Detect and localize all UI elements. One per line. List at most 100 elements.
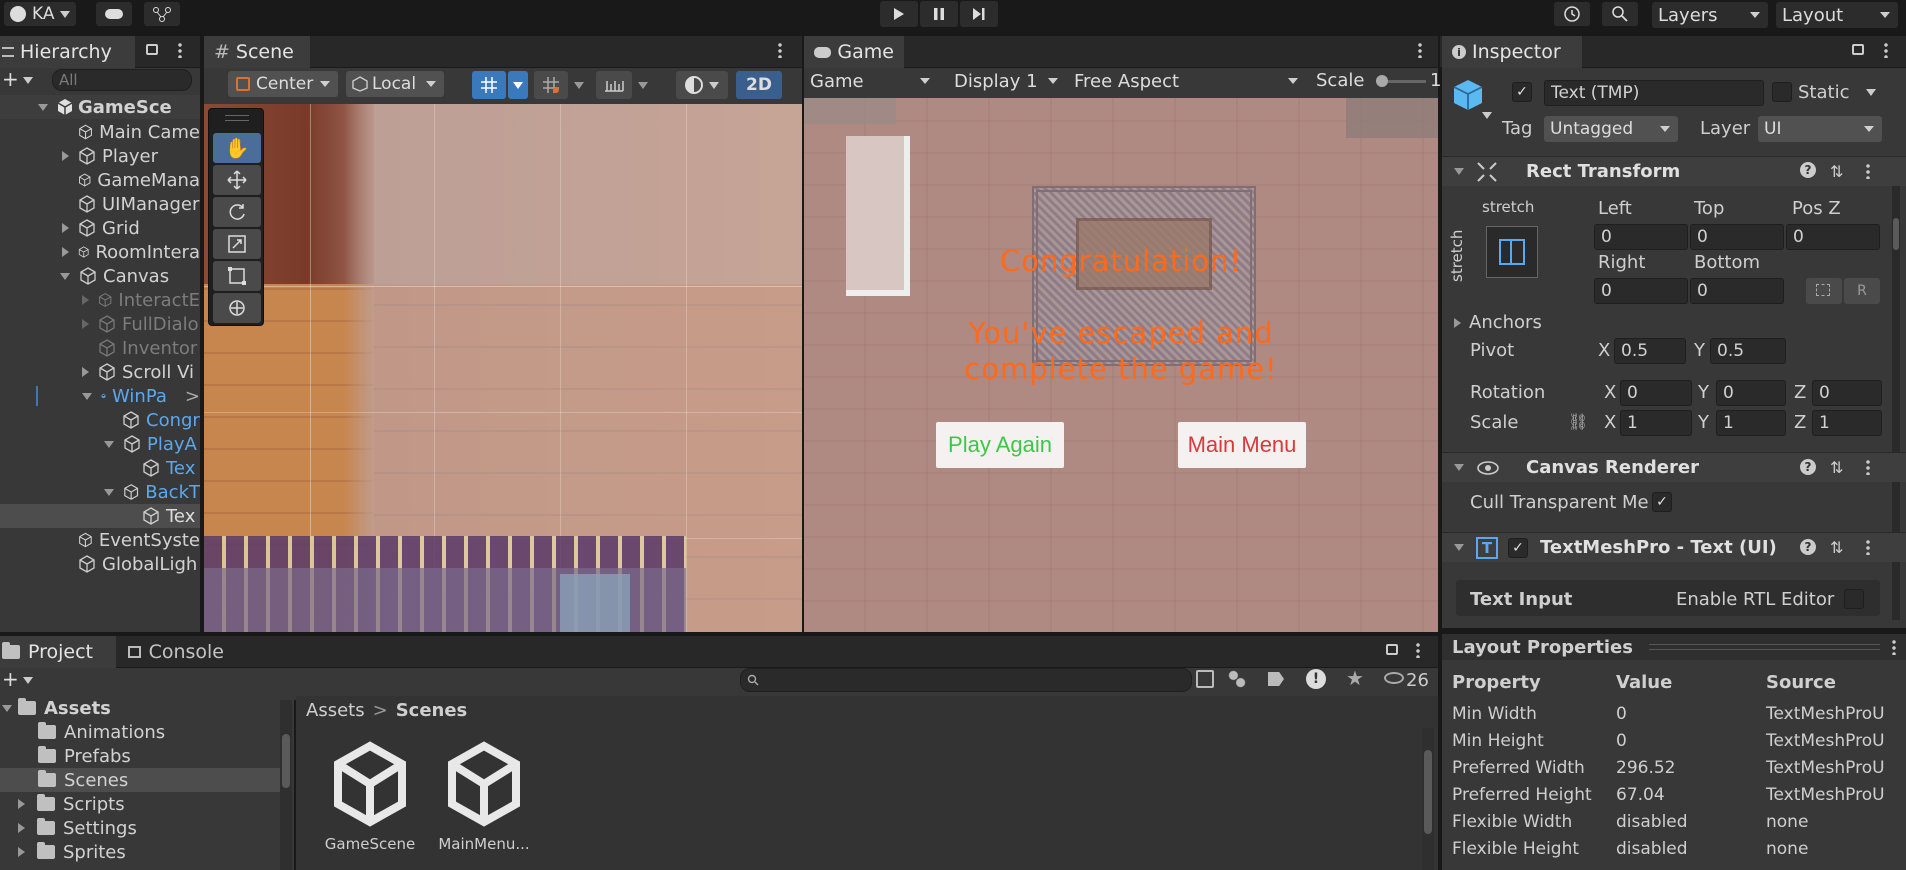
content-scroll-thumb[interactable] (1424, 750, 1432, 834)
hierarchy-item-globallight[interactable]: GlobalLigh (0, 552, 200, 576)
static-dropdown-arrow[interactable] (1866, 89, 1876, 96)
snap-dropdown-button[interactable] (570, 71, 588, 99)
tree-item-animations[interactable]: Animations (0, 720, 280, 744)
hierarchy-item-interact[interactable]: InteractE (0, 288, 200, 312)
tab-hierarchy[interactable]: Hierarchy (0, 36, 135, 68)
hierarchy-item-text2[interactable]: Tex (0, 504, 200, 528)
layout-properties-menu-icon[interactable] (1892, 639, 1896, 655)
rotation-y-input[interactable]: 0 (1716, 380, 1786, 406)
anchor-presets-button[interactable] (1486, 226, 1538, 278)
pause-button[interactable] (920, 1, 958, 27)
grid-snap-button[interactable] (472, 71, 506, 99)
hierarchy-item-backtomenu[interactable]: BackT (0, 480, 200, 504)
tree-item-assets[interactable]: Assets (0, 696, 280, 720)
drag-handle[interactable] (1648, 644, 1880, 650)
hidden-packages-icon[interactable] (1384, 672, 1404, 684)
favorite-star-icon[interactable]: ★ (1346, 666, 1364, 690)
breadcrumb-assets[interactable]: Assets (306, 700, 365, 721)
tree-scroll-thumb[interactable] (282, 734, 290, 788)
component-menu-icon[interactable] (1866, 539, 1870, 555)
hierarchy-item-playagain[interactable]: PlayA (0, 432, 200, 456)
main-menu-button[interactable]: Main Menu (1178, 422, 1306, 468)
account-dropdown[interactable]: KA (4, 2, 77, 26)
pivot-x-input[interactable]: 0.5 (1614, 338, 1686, 364)
hierarchy-item-scrollview[interactable]: Scroll Vi (0, 360, 200, 384)
rotation-x-input[interactable]: 0 (1620, 380, 1692, 406)
cull-transparent-checkbox[interactable]: ✓ (1652, 492, 1672, 512)
posz-input[interactable]: 0 (1786, 224, 1880, 250)
scale-slider[interactable] (1376, 75, 1426, 87)
2d-toggle-button[interactable]: 2D (736, 71, 782, 99)
transform-tool-button[interactable] (213, 293, 261, 323)
hierarchy-menu-icon[interactable] (178, 42, 182, 58)
help-icon[interactable]: ? (1800, 459, 1816, 475)
right-input[interactable]: 0 (1594, 278, 1688, 304)
step-button[interactable] (960, 1, 998, 27)
inspector-lock-icon[interactable] (1852, 44, 1864, 55)
hierarchy-item-grid[interactable]: Grid (0, 216, 200, 240)
static-checkbox[interactable] (1772, 82, 1792, 102)
tree-item-sprites[interactable]: Sprites (0, 840, 280, 864)
tab-inspector[interactable]: i Inspector (1442, 36, 1582, 68)
increment-snap-button[interactable] (596, 71, 632, 99)
collab-button[interactable] (144, 2, 180, 26)
project-add-button[interactable]: + (2, 669, 36, 690)
tmp-enabled-checkbox[interactable]: ✓ (1508, 537, 1528, 558)
tree-item-prefabs[interactable]: Prefabs (0, 744, 280, 768)
scale-z-input[interactable]: 1 (1812, 410, 1882, 436)
tree-item-scenes[interactable]: Scenes (0, 768, 280, 792)
game-menu-icon[interactable] (1418, 42, 1422, 58)
top-input[interactable]: 0 (1690, 224, 1784, 250)
component-menu-icon[interactable] (1866, 163, 1870, 179)
tab-console[interactable]: Console (118, 636, 234, 668)
hierarchy-item-canvas[interactable]: Canvas (0, 264, 200, 288)
snap-button[interactable] (534, 71, 568, 99)
rotate-tool-button[interactable] (213, 197, 261, 227)
hierarchy-item-congrat[interactable]: Congr (0, 408, 200, 432)
presets-icon[interactable]: ⇅ (1830, 538, 1843, 557)
asset-gamescene[interactable]: GameScene (320, 740, 420, 864)
tab-game[interactable]: Game (804, 36, 904, 68)
search-by-type-icon[interactable] (1196, 670, 1214, 688)
display-dropdown[interactable]: Display 1 (944, 68, 1066, 94)
project-search-input[interactable] (740, 668, 1192, 692)
tree-item-settings[interactable]: Settings (0, 816, 280, 840)
tab-scene[interactable]: # Scene (204, 36, 310, 68)
hierarchy-item-inventory[interactable]: Inventor (0, 336, 200, 360)
increment-dropdown-button[interactable] (634, 71, 652, 99)
tag-dropdown[interactable]: Untagged (1544, 116, 1678, 142)
left-input[interactable]: 0 (1594, 224, 1688, 250)
blueprint-mode-button[interactable] (1806, 278, 1842, 304)
inspector-scroll-thumb[interactable] (1893, 218, 1899, 250)
hierarchy-item-gamescene[interactable]: GameSce (0, 95, 200, 119)
scale-y-input[interactable]: 1 (1716, 410, 1786, 436)
inspector-menu-icon[interactable] (1884, 42, 1888, 58)
tree-item-scripts[interactable]: Scripts (0, 792, 280, 816)
constrain-proportions-icon[interactable]: ⛓ (1568, 412, 1588, 431)
hierarchy-item-uimanager[interactable]: UIManager (0, 192, 200, 216)
layers-dropdown[interactable]: Layers (1652, 2, 1768, 28)
filter-type-icon[interactable] (1228, 670, 1246, 688)
draw-mode-button[interactable] (676, 71, 728, 99)
cloud-button[interactable] (96, 2, 132, 26)
hierarchy-item-player[interactable]: Player (0, 144, 200, 168)
aspect-dropdown[interactable]: Free Aspect (1068, 68, 1306, 94)
grid-dropdown-button[interactable] (508, 71, 528, 99)
bottom-input[interactable]: 0 (1690, 278, 1784, 304)
scale-tool-button[interactable] (213, 229, 261, 259)
game-view-dropdown[interactable]: Game (804, 68, 938, 94)
project-menu-icon[interactable] (1416, 642, 1420, 658)
game-viewport[interactable]: Congratulation! You've escaped and compl… (804, 98, 1438, 632)
lock-icon[interactable] (146, 44, 158, 55)
help-icon[interactable]: ? (1800, 539, 1816, 555)
layer-dropdown[interactable]: UI (1758, 116, 1882, 142)
history-button[interactable] (1554, 2, 1590, 26)
layout-properties-header[interactable]: Layout Properties (1442, 634, 1906, 660)
layout-dropdown[interactable]: Layout (1776, 2, 1898, 28)
warning-icon[interactable]: ! (1306, 669, 1326, 689)
hand-tool-button[interactable]: ✋ (213, 133, 261, 163)
move-tool-button[interactable] (213, 165, 261, 195)
help-icon[interactable]: ? (1800, 162, 1816, 178)
hierarchy-add-button[interactable]: + (2, 69, 36, 90)
hierarchy-item-text1[interactable]: Tex (0, 456, 200, 480)
